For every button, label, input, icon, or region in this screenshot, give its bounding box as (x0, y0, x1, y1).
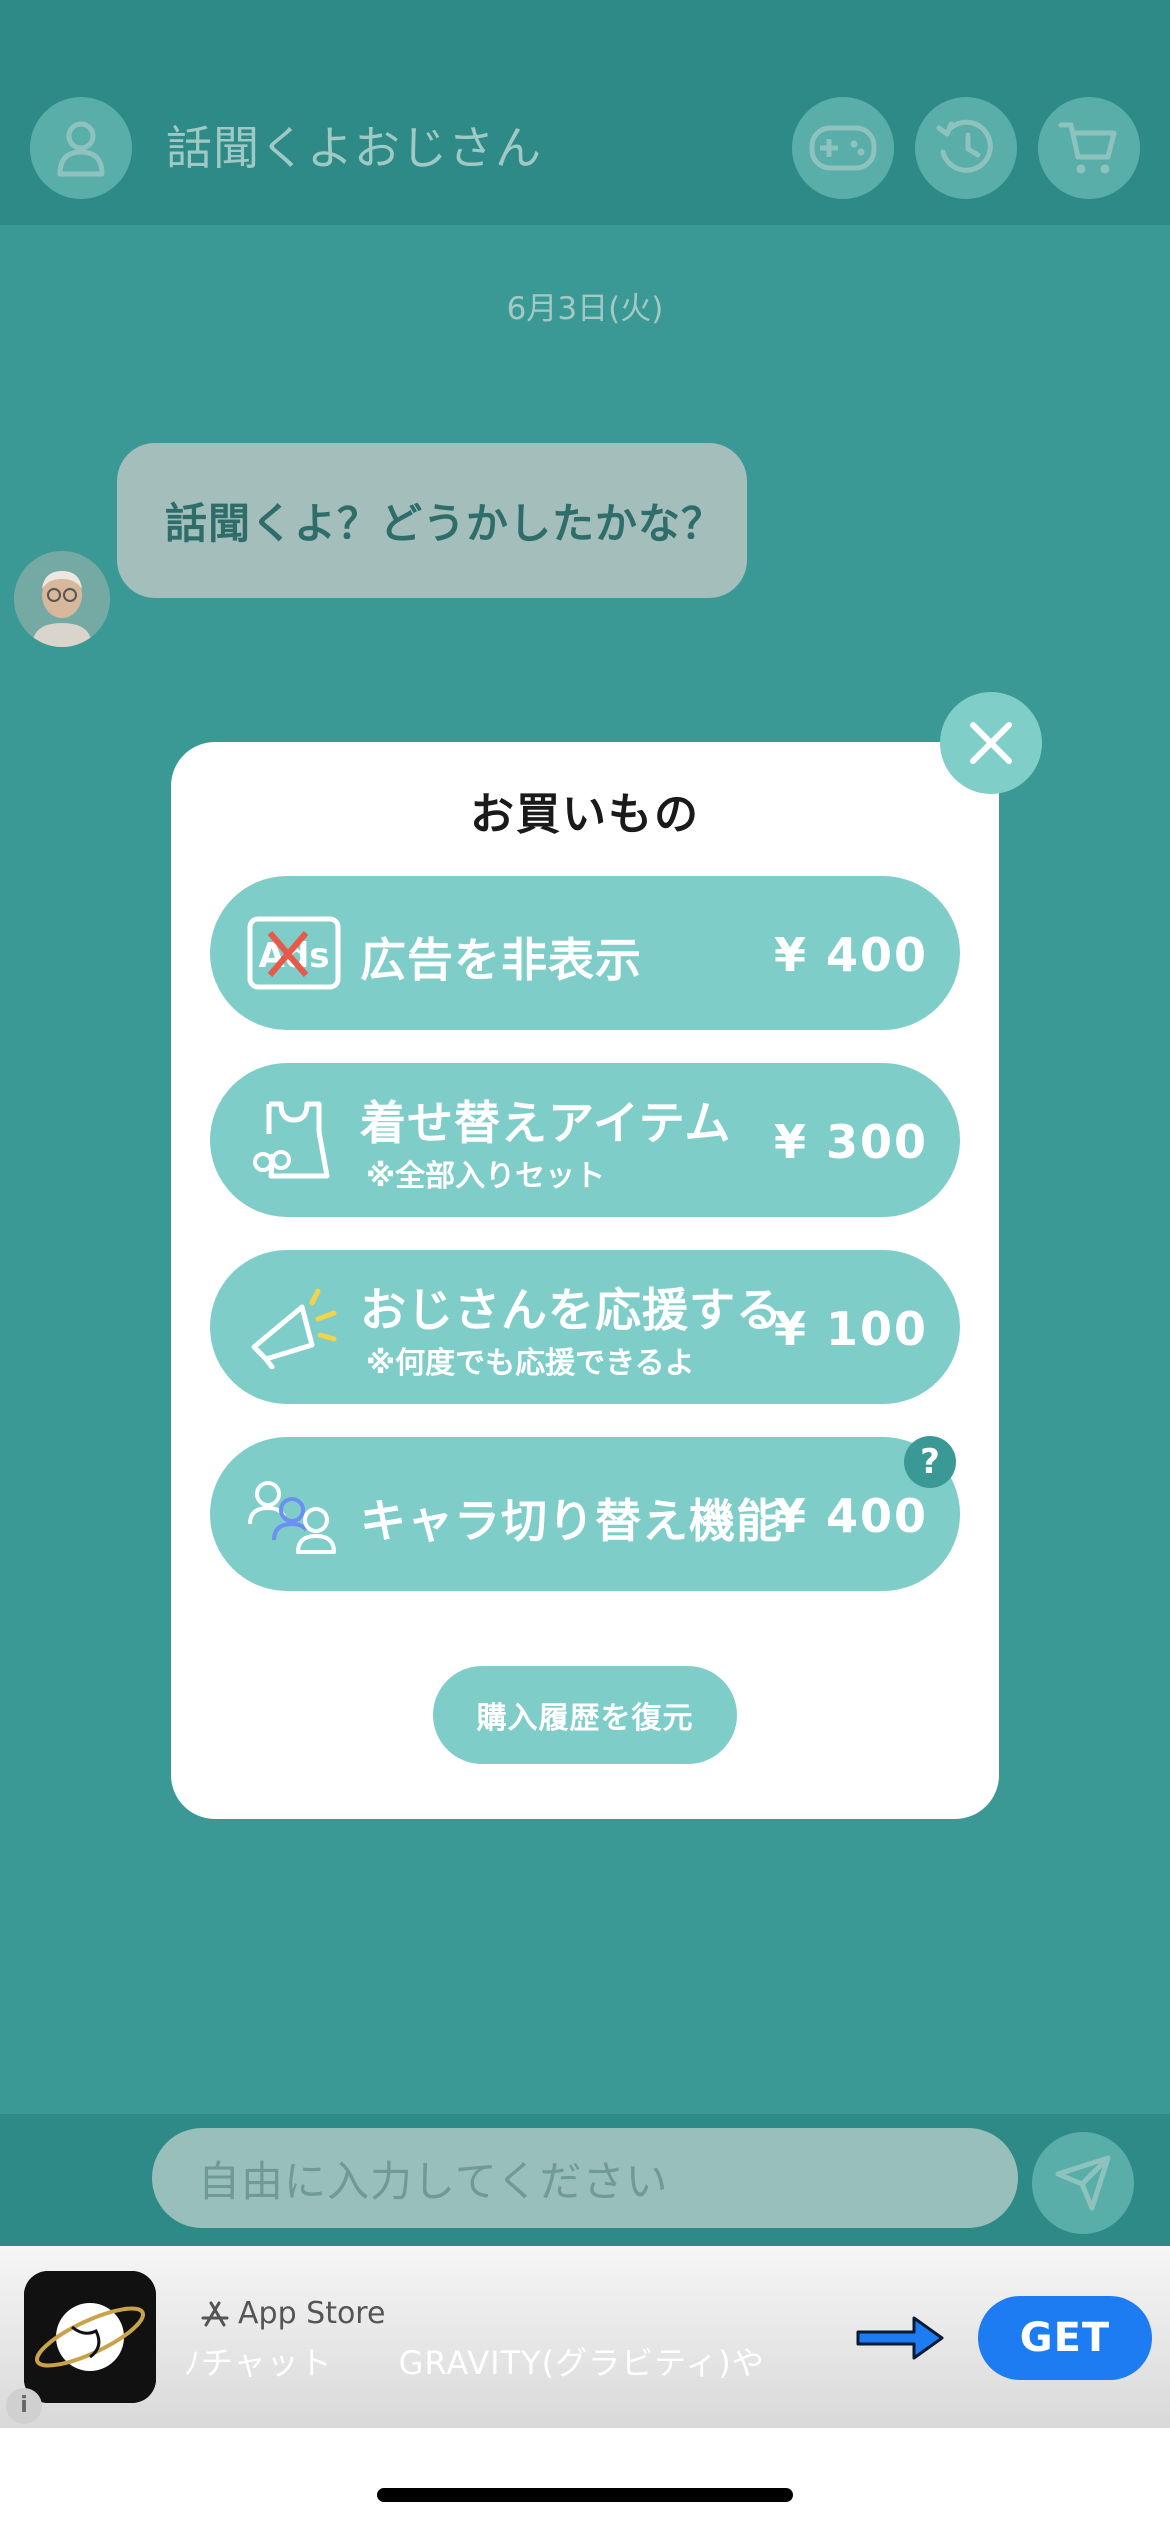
item-subtitle: ※何度でも応援できるよ (366, 1346, 695, 1381)
cart-icon (1058, 122, 1117, 174)
chat-date: 6月3日(火) (506, 291, 664, 327)
purchase-support[interactable]: おじさんを応援する ※何度でも応援できるよ ¥ 100 (210, 1250, 960, 1404)
ad-app-icon (24, 2271, 156, 2403)
no-ads-icon: Ads (246, 910, 342, 996)
ad-banner[interactable]: App Store ﾉチャット GRAVITY(グラビティ)や GET i (0, 2246, 1170, 2428)
close-button[interactable] (940, 692, 1042, 794)
item-title: 着せ替えアイテム (360, 1096, 732, 1150)
shop-button[interactable] (1038, 97, 1140, 199)
page-title: 話聞くよおじさん (166, 121, 542, 175)
switch-character-icon (246, 1471, 342, 1557)
ad-get-button[interactable]: GET (978, 2296, 1152, 2380)
message-input[interactable]: 自由に入力してください (152, 2128, 1018, 2228)
message-bubble: 話聞くよ？どうかしたかな？ (117, 443, 747, 598)
user-icon (57, 121, 105, 177)
close-icon (970, 722, 1012, 764)
purchase-outfit-items[interactable]: 着せ替えアイテム ※全部入りセット ¥ 300 (210, 1063, 960, 1217)
purchase-remove-ads[interactable]: Ads 広告を非表示 ¥ 400 (210, 876, 960, 1030)
ad-info-icon[interactable]: i (6, 2388, 42, 2424)
ad-store-name: App Store (238, 2296, 386, 2331)
purchase-character-switch[interactable]: キャラ切り替え機能 ¥ 400 (210, 1437, 960, 1591)
item-price: ¥ 100 (773, 1302, 928, 1356)
item-price: ¥ 400 (773, 928, 928, 982)
history-icon (936, 119, 993, 173)
home-indicator (377, 2488, 793, 2502)
item-price: ¥ 400 (773, 1489, 928, 1543)
item-title: おじさんを応援する (360, 1283, 783, 1337)
history-button[interactable] (915, 97, 1017, 199)
arrow-right-icon (852, 2308, 948, 2372)
ad-store-label: App Store (200, 2296, 385, 2331)
send-button[interactable] (1032, 2132, 1134, 2234)
game-button[interactable] (792, 97, 894, 199)
bot-avatar (14, 551, 110, 647)
profile-button[interactable] (30, 97, 132, 199)
item-title: 広告を非表示 (360, 933, 642, 987)
item-title: キャラ切り替え機能 (360, 1494, 783, 1548)
help-badge[interactable]: ? (904, 1436, 956, 1488)
app-header: 話聞くよおじさん (0, 0, 1170, 225)
item-price: ¥ 300 (773, 1115, 928, 1169)
app-store-icon (201, 2301, 229, 2326)
restore-purchases-button[interactable]: 購入履歴を復元 (433, 1666, 737, 1764)
megaphone-icon (246, 1284, 342, 1370)
svg-text:Ads: Ads (259, 936, 330, 976)
item-subtitle: ※全部入りセット (366, 1159, 606, 1194)
outfit-icon (246, 1097, 342, 1183)
ad-description: ﾉチャット GRAVITY(グラビティ)や (184, 2344, 765, 2382)
send-icon (1055, 2155, 1111, 2211)
gamepad-icon (809, 125, 877, 171)
